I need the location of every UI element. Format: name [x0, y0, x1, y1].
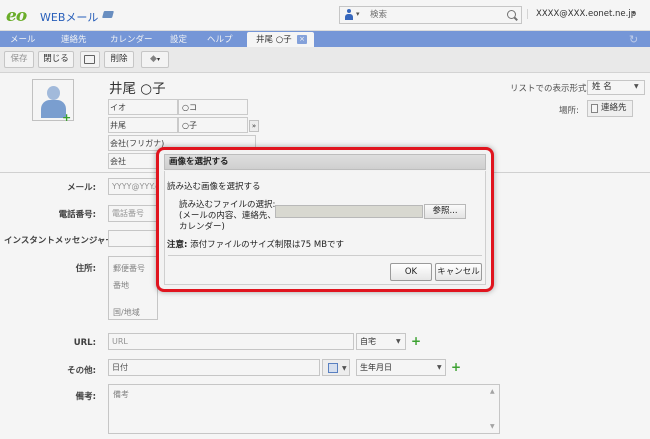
browse-button[interactable]: 参照...	[424, 204, 466, 219]
dialog-title: 画像を選択する	[164, 154, 486, 170]
note-prefix: 注意:	[167, 240, 188, 250]
file-select-hint-2: カレンダー)	[179, 222, 225, 232]
dialog-divider	[168, 255, 482, 256]
file-path-input[interactable]	[275, 205, 423, 218]
note-text: 添付ファイルのサイズ制限は75 MBです	[187, 240, 345, 250]
cancel-button[interactable]: キャンセル	[435, 263, 482, 281]
select-image-dialog: 画像を選択する 読み込む画像を選択する 読み込むファイルの選択: (メールの内容…	[156, 147, 494, 292]
ok-button[interactable]: OK	[390, 263, 432, 281]
dialog-body: 読み込む画像を選択する 読み込むファイルの選択: (メールの内容、連絡先、 カレ…	[164, 171, 486, 285]
dialog-heading: 読み込む画像を選択する	[167, 182, 261, 192]
size-limit-note: 注意: 添付ファイルのサイズ制限は75 MBです	[167, 238, 344, 250]
